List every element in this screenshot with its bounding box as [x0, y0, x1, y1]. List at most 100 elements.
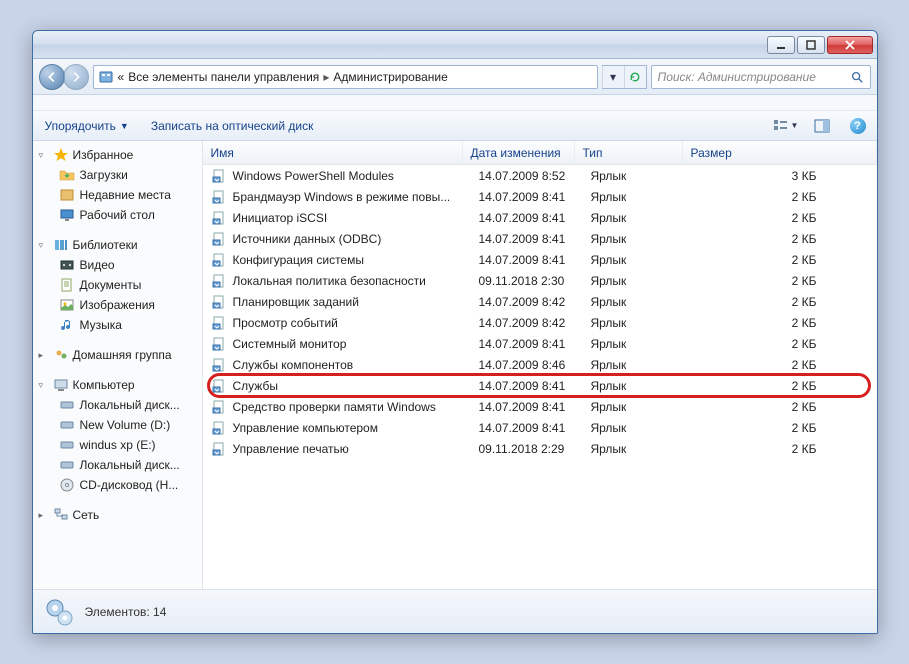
file-type: Ярлык: [583, 358, 691, 372]
file-size: 2 КБ: [691, 316, 877, 330]
view-options-button[interactable]: ▼: [773, 115, 799, 137]
libraries-icon: [53, 237, 69, 253]
nav-drive[interactable]: Локальный диск...: [33, 455, 202, 475]
chevron-right-icon: ▸: [323, 70, 329, 84]
recent-icon: [59, 187, 75, 203]
file-date: 14.07.2009 8:41: [471, 253, 583, 267]
tools-icon: [43, 596, 75, 628]
pictures-icon: [59, 297, 75, 313]
file-type: Ярлык: [583, 274, 691, 288]
shortcut-icon: [211, 252, 227, 268]
file-row[interactable]: Локальная политика безопасности09.11.201…: [203, 270, 877, 291]
col-size[interactable]: Размер: [683, 141, 877, 164]
nav-recent[interactable]: Недавние места: [33, 185, 202, 205]
shortcut-icon: [211, 378, 227, 394]
file-list[interactable]: Windows PowerShell Modules14.07.2009 8:5…: [203, 165, 877, 589]
file-type: Ярлык: [583, 232, 691, 246]
breadcrumb-prefix: «: [118, 70, 125, 84]
shortcut-icon: [211, 420, 227, 436]
file-name: Брандмауэр Windows в режиме повы...: [233, 190, 451, 204]
drive-icon: [59, 457, 75, 473]
maximize-button[interactable]: [797, 36, 825, 54]
file-type: Ярлык: [583, 211, 691, 225]
search-placeholder: Поиск: Администрирование: [658, 70, 816, 84]
navigation-pane: ▿Избранное Загрузки Недавние места Рабоч…: [33, 141, 203, 589]
file-type: Ярлык: [583, 442, 691, 456]
organize-menu[interactable]: Упорядочить ▼: [39, 116, 135, 136]
breadcrumb-item[interactable]: Все элементы панели управления: [128, 70, 319, 84]
refresh-button[interactable]: [624, 66, 646, 88]
file-size: 2 КБ: [691, 358, 877, 372]
nav-cd-drive[interactable]: CD-дисковод (H...: [33, 475, 202, 495]
file-type: Ярлык: [583, 169, 691, 183]
col-date[interactable]: Дата изменения: [463, 141, 575, 164]
file-list-area: Имя Дата изменения Тип Размер Windows Po…: [203, 141, 877, 589]
file-row[interactable]: Системный монитор14.07.2009 8:41Ярлык2 К…: [203, 333, 877, 354]
close-button[interactable]: [827, 36, 873, 54]
nav-drive[interactable]: windus xp (E:): [33, 435, 202, 455]
computer-icon: [53, 377, 69, 393]
command-bar: Упорядочить ▼ Записать на оптический дис…: [33, 111, 877, 141]
homegroup-icon: [53, 347, 69, 363]
desktop-icon: [59, 207, 75, 223]
preview-pane-button[interactable]: [809, 115, 835, 137]
shortcut-icon: [211, 273, 227, 289]
file-size: 2 КБ: [691, 337, 877, 351]
shortcut-icon: [211, 315, 227, 331]
file-date: 14.07.2009 8:41: [471, 211, 583, 225]
file-date: 14.07.2009 8:41: [471, 190, 583, 204]
search-input[interactable]: Поиск: Администрирование: [651, 65, 871, 89]
star-icon: [53, 147, 69, 163]
file-date: 09.11.2018 2:29: [471, 442, 583, 456]
file-row[interactable]: Службы14.07.2009 8:41Ярлык2 КБ: [203, 375, 877, 396]
favorites-group[interactable]: ▿Избранное: [33, 145, 202, 165]
history-dropdown[interactable]: ▾: [602, 66, 624, 88]
breadcrumb-item[interactable]: Администрирование: [333, 70, 447, 84]
file-row[interactable]: Управление печатью09.11.2018 2:29Ярлык2 …: [203, 438, 877, 459]
nav-documents[interactable]: Документы: [33, 275, 202, 295]
network-group[interactable]: ▸Сеть: [33, 505, 202, 525]
nav-pictures[interactable]: Изображения: [33, 295, 202, 315]
file-row[interactable]: Инициатор iSCSI14.07.2009 8:41Ярлык2 КБ: [203, 207, 877, 228]
titlebar: [33, 31, 877, 59]
file-row[interactable]: Средство проверки памяти Windows14.07.20…: [203, 396, 877, 417]
nav-drive[interactable]: Локальный диск...: [33, 395, 202, 415]
file-row[interactable]: Источники данных (ODBC)14.07.2009 8:41Яр…: [203, 228, 877, 249]
col-name[interactable]: Имя: [203, 141, 463, 164]
forward-button[interactable]: [63, 64, 89, 90]
file-type: Ярлык: [583, 253, 691, 267]
address-bar[interactable]: « Все элементы панели управления ▸ Админ…: [93, 65, 598, 89]
homegroup-group[interactable]: ▸Домашняя группа: [33, 345, 202, 365]
status-text: Элементов: 14: [85, 605, 167, 619]
documents-icon: [59, 277, 75, 293]
col-type[interactable]: Тип: [575, 141, 683, 164]
file-name: Средство проверки памяти Windows: [233, 400, 436, 414]
network-icon: [53, 507, 69, 523]
file-row[interactable]: Брандмауэр Windows в режиме повы... 14.07…: [203, 186, 877, 207]
nav-videos[interactable]: Видео: [33, 255, 202, 275]
file-type: Ярлык: [583, 190, 691, 204]
file-size: 2 КБ: [691, 379, 877, 393]
file-row[interactable]: Конфигурация системы14.07.2009 8:41Ярлык…: [203, 249, 877, 270]
file-row[interactable]: Службы компонентов14.07.2009 8:46Ярлык2 …: [203, 354, 877, 375]
back-button[interactable]: [39, 64, 65, 90]
nav-music[interactable]: Музыка: [33, 315, 202, 335]
help-button[interactable]: ?: [845, 115, 871, 137]
libraries-group[interactable]: ▿Библиотеки: [33, 235, 202, 255]
file-date: 14.07.2009 8:41: [471, 379, 583, 393]
file-row[interactable]: Управление компьютером14.07.2009 8:41Ярл…: [203, 417, 877, 438]
file-row[interactable]: Windows PowerShell Modules14.07.2009 8:5…: [203, 165, 877, 186]
nav-desktop[interactable]: Рабочий стол: [33, 205, 202, 225]
file-name: Управление печатью: [233, 442, 349, 456]
file-row[interactable]: Просмотр событий14.07.2009 8:42Ярлык2 КБ: [203, 312, 877, 333]
file-type: Ярлык: [583, 316, 691, 330]
nav-downloads[interactable]: Загрузки: [33, 165, 202, 185]
computer-group[interactable]: ▿Компьютер: [33, 375, 202, 395]
minimize-button[interactable]: [767, 36, 795, 54]
file-row[interactable]: Планировщик заданий14.07.2009 8:42Ярлык2…: [203, 291, 877, 312]
file-date: 14.07.2009 8:41: [471, 421, 583, 435]
nav-drive[interactable]: New Volume (D:): [33, 415, 202, 435]
burn-button[interactable]: Записать на оптический диск: [145, 116, 320, 136]
file-size: 2 КБ: [691, 295, 877, 309]
file-name: Просмотр событий: [233, 316, 338, 330]
